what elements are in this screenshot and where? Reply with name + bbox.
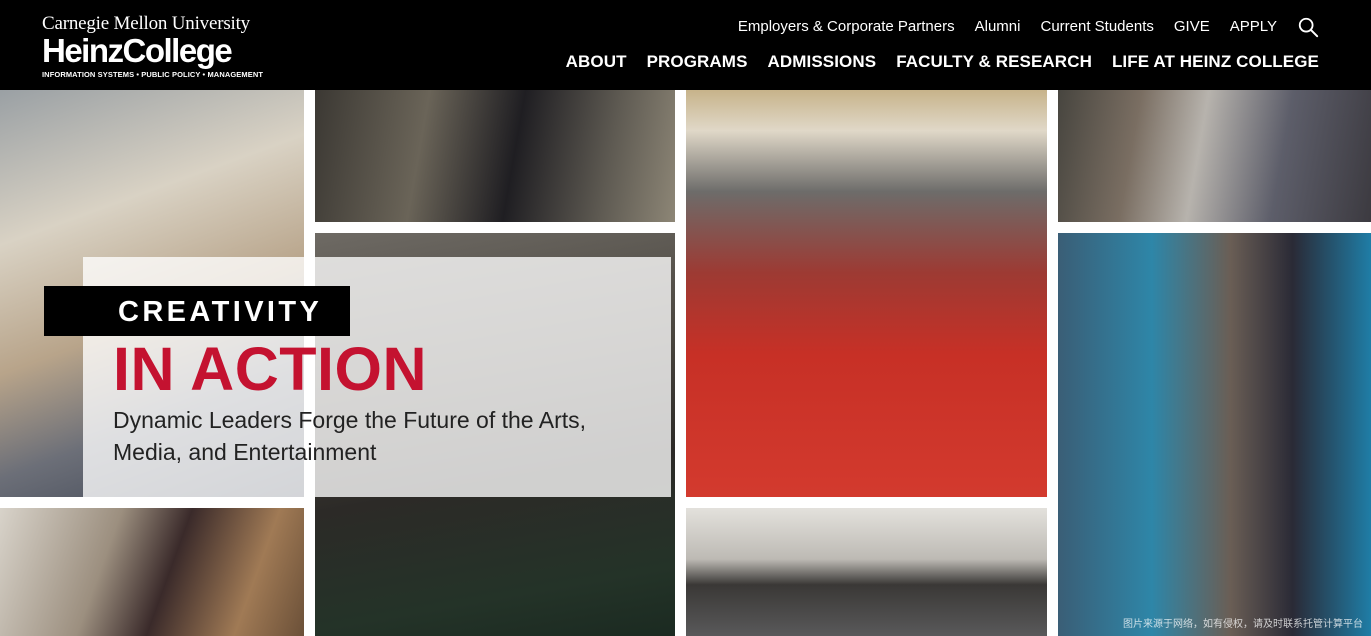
image-watermark: 图片来源于网络，如有侵权，请及时联系托管计算平台 [1123, 619, 1363, 630]
nav-admissions[interactable]: ADMISSIONS [768, 51, 877, 73]
logo-tagline: INFORMATION SYSTEMS • PUBLIC POLICY • MA… [42, 70, 264, 79]
hero-headline: IN ACTION [113, 335, 427, 403]
main-nav: ABOUT PROGRAMS ADMISSIONS FACULTY & RESE… [546, 51, 1319, 73]
utility-nav: Employers & Corporate Partners Alumni Cu… [718, 16, 1319, 38]
photo-women-laughing [315, 90, 675, 222]
utility-link-alumni[interactable]: Alumni [975, 17, 1021, 37]
photo-audience-seated [1058, 90, 1371, 222]
hero-subheadline: Dynamic Leaders Forge the Future of the … [113, 407, 587, 465]
utility-link-employers[interactable]: Employers & Corporate Partners [738, 17, 955, 37]
photo-red-carpet-student [686, 90, 1047, 497]
nav-life-at-heinz[interactable]: LIFE AT HEINZ COLLEGE [1112, 51, 1319, 73]
photo-apollo-stage [686, 508, 1047, 636]
photo-lecturer-presenting [0, 508, 304, 636]
logo-college-name: HeinzCollege [42, 32, 233, 69]
utility-link-current-students[interactable]: Current Students [1040, 17, 1153, 37]
nav-programs[interactable]: PROGRAMS [647, 51, 748, 73]
photo-student-exhibit [1058, 233, 1371, 636]
utility-link-give[interactable]: GIVE [1174, 17, 1210, 37]
hero-badge-text: CREATIVITY [118, 296, 323, 328]
utility-link-apply[interactable]: APPLY [1230, 17, 1277, 37]
nav-faculty-research[interactable]: FACULTY & RESEARCH [896, 51, 1092, 73]
nav-about[interactable]: ABOUT [566, 51, 627, 73]
logo-university-name: Carnegie Mellon University [42, 13, 250, 34]
heinz-college-logo[interactable]: Carnegie Mellon University HeinzCollege … [42, 13, 264, 80]
search-icon[interactable] [1297, 16, 1319, 38]
site-header: Carnegie Mellon University HeinzCollege … [0, 0, 1371, 90]
hero-badge: CREATIVITY [44, 286, 350, 336]
